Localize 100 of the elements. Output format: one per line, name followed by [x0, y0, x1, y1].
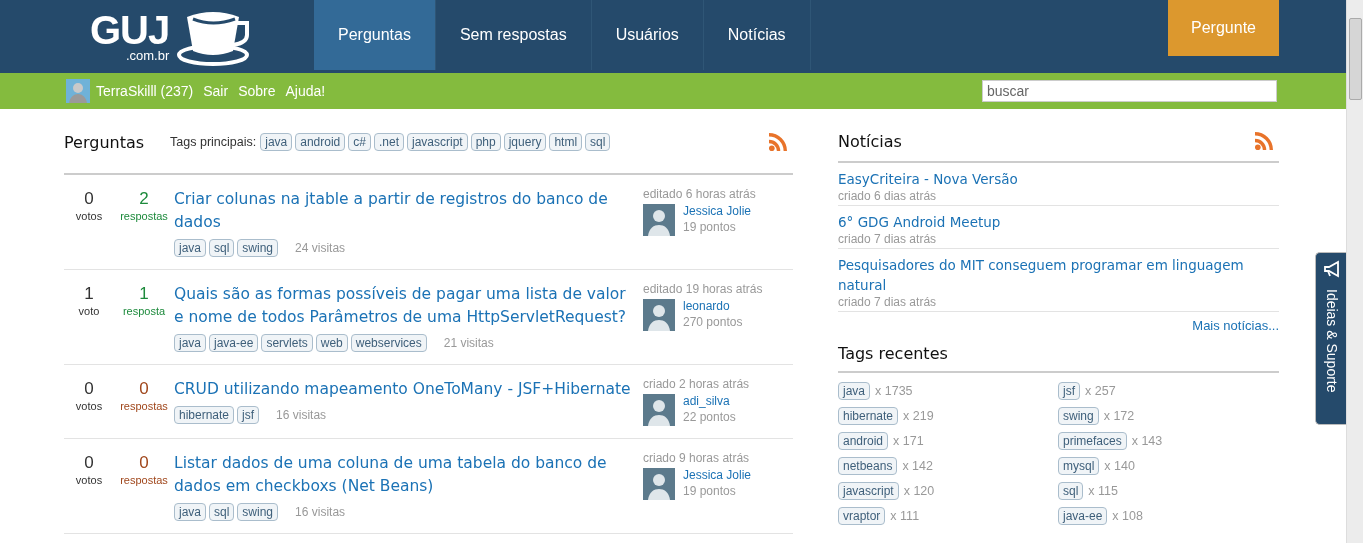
question-title[interactable]: CRUD utilizando mapeamento OneToMany - JSF+Hibernate — [174, 378, 635, 401]
tag[interactable]: sql — [585, 133, 611, 151]
visit-count: 24 visitas — [295, 241, 346, 255]
tag[interactable]: jsf — [237, 406, 260, 424]
section-title: Notícias — [838, 131, 902, 151]
tag[interactable]: c# — [348, 133, 371, 151]
answer-count: 2 — [139, 188, 149, 210]
tag[interactable]: web — [315, 334, 348, 352]
tag[interactable]: java — [838, 382, 870, 400]
visit-count: 21 visitas — [443, 336, 494, 350]
tag[interactable]: sql — [1058, 482, 1084, 500]
user-link[interactable]: Jessica Jolie — [683, 204, 752, 218]
vote-label: votos — [75, 474, 103, 486]
news-date: criado 7 dias atrás — [838, 232, 938, 246]
logo-text[interactable]: GUJ .com.br — [90, 10, 170, 63]
tag[interactable]: webservices — [350, 334, 427, 352]
scrollbar[interactable] — [1346, 0, 1363, 543]
tag[interactable]: javascript — [838, 482, 899, 500]
question-title[interactable]: Listar dados de uma coluna de uma tabela do banco de dados em checkboxs (Net Beans) — [174, 452, 635, 498]
tag[interactable]: java — [174, 239, 206, 257]
vote-label: voto — [78, 305, 100, 317]
tag[interactable]: hibernate — [174, 406, 235, 424]
tags-label: Tags principais: — [170, 135, 257, 149]
tag[interactable]: html — [549, 133, 583, 151]
tag[interactable]: sql — [209, 503, 235, 521]
tag-count: x 171 — [893, 434, 924, 448]
news-date: criado 7 dias atrás — [838, 295, 938, 309]
user-points: 19 pontos — [683, 220, 737, 234]
search-field[interactable]: buscar — [982, 80, 1277, 102]
question-title[interactable]: Quais são as formas possíveis de pagar uma lista de valor e nome de todos Parâmetros de uma HttpServletRequest? — [174, 283, 635, 329]
tag[interactable]: java — [260, 133, 293, 151]
vote-count: 1 — [84, 283, 94, 305]
tag[interactable]: .net — [373, 133, 404, 151]
tag-count: x 108 — [1112, 509, 1143, 523]
answer-count: 0 — [139, 452, 149, 474]
news-date: criado 6 dias atrás — [838, 189, 938, 203]
tag[interactable]: mysql — [1058, 457, 1100, 475]
tag[interactable]: java — [174, 334, 206, 352]
rss-icon[interactable] — [769, 133, 787, 151]
user-link[interactable]: leonardo — [683, 299, 743, 313]
nav-tab[interactable]: Sem respostas — [435, 0, 592, 70]
tag[interactable]: jsf — [1058, 382, 1080, 400]
news-link[interactable]: 6° GDG Android Meetup — [838, 212, 1279, 232]
avatar — [643, 299, 675, 331]
avatar — [66, 79, 90, 103]
tag-count: x 172 — [1103, 409, 1135, 423]
tag[interactable]: servlets — [261, 334, 313, 352]
tag[interactable]: php — [470, 133, 501, 151]
answer-label: respostas — [120, 210, 168, 222]
vote-label: votos — [75, 400, 103, 412]
user-link[interactable]: Jessica Jolie — [683, 468, 752, 482]
tag[interactable]: swing — [1058, 407, 1099, 425]
activity-time: criado 9 horas atrás — [643, 451, 751, 465]
tag[interactable]: android — [295, 133, 346, 151]
tag[interactable]: netbeans — [838, 457, 898, 475]
tag[interactable]: jquery — [503, 133, 547, 151]
tag[interactable]: java-ee — [1058, 507, 1108, 525]
tag[interactable]: sql — [209, 239, 235, 257]
tag[interactable]: hibernate — [838, 407, 899, 425]
section-title: Perguntas — [64, 132, 145, 152]
avatar — [643, 204, 675, 236]
tag-count: x 115 — [1088, 484, 1118, 498]
tag-count: x 142 — [902, 459, 933, 473]
section-title: Tags recentes — [838, 343, 948, 363]
avatar — [643, 468, 675, 500]
visit-count: 16 visitas — [295, 505, 346, 519]
answer-label: respostas — [120, 474, 168, 486]
nav-tab[interactable]: Perguntas — [314, 0, 436, 70]
tag[interactable]: swing — [237, 503, 279, 521]
activity-time: editado 6 horas atrás — [643, 187, 757, 201]
megaphone-icon — [1321, 259, 1342, 279]
tag-count: x 120 — [903, 484, 935, 498]
answer-count: 0 — [139, 378, 149, 400]
vote-count: 0 — [84, 188, 94, 210]
vote-count: 0 — [84, 378, 94, 400]
tag-count: x 257 — [1085, 384, 1116, 398]
tag[interactable]: primefaces — [1058, 432, 1127, 450]
answer-label: resposta — [122, 305, 166, 317]
question-title[interactable]: Criar colunas na jtable a partir de registros do banco de dados — [174, 188, 635, 234]
nav-tab[interactable]: Usuários — [591, 0, 704, 70]
tag-count: x 219 — [903, 409, 934, 423]
activity-time: editado 19 horas atrás — [643, 282, 764, 296]
tag[interactable]: java-ee — [209, 334, 259, 352]
tag[interactable]: vraptor — [838, 507, 886, 525]
tag[interactable]: swing — [237, 239, 279, 257]
answer-count: 1 — [139, 283, 149, 305]
activity-time: criado 2 horas atrás — [643, 377, 751, 391]
rss-icon[interactable] — [1255, 132, 1273, 150]
answer-label: respostas — [120, 400, 168, 412]
tag[interactable]: javascript — [407, 133, 468, 151]
news-link[interactable]: EasyCriteira - Nova Versão — [838, 169, 1279, 189]
nav-tab[interactable]: Notícias — [703, 0, 811, 70]
user-points: 22 pontos — [683, 410, 736, 424]
tag[interactable]: java — [174, 503, 206, 521]
news-link[interactable]: Pesquisadores do MIT conseguem programar em linguagem natural — [838, 255, 1279, 295]
tag[interactable]: android — [838, 432, 889, 450]
feedback-tab[interactable]: Ideias & Suporte — [1315, 252, 1347, 425]
user-points: 270 pontos — [683, 315, 743, 329]
more-news-link[interactable]: Mais notícias... — [1192, 318, 1279, 333]
user-link[interactable]: adi_silva — [683, 394, 736, 408]
